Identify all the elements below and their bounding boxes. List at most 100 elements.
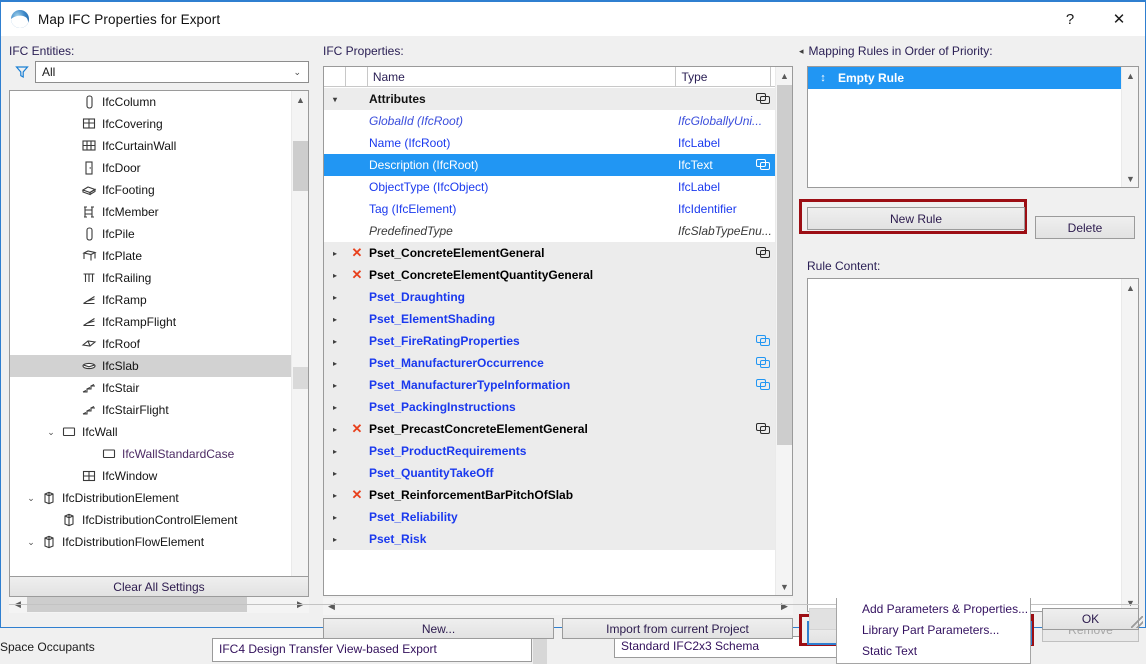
help-icon[interactable]: ? — [1047, 2, 1093, 36]
collapse-left-icon[interactable]: ◂ — [799, 46, 804, 57]
link-icon[interactable] — [756, 92, 770, 106]
property-row[interactable]: Description (IfcRoot) IfcText — [324, 154, 777, 176]
scroll-up-icon[interactable]: ▲ — [776, 67, 792, 84]
property-row[interactable]: ▸ Pset_ElementShading — [324, 308, 777, 330]
entity-tree-item[interactable]: IfcStairFlight — [10, 399, 293, 421]
col-type[interactable]: Type — [676, 67, 772, 87]
expand-twisty-icon[interactable]: ▸ — [324, 469, 346, 478]
expand-twisty-icon[interactable]: ▸ — [324, 315, 346, 324]
mapping-rules-list[interactable]: ↕ Empty Rule ▲ ▼ — [807, 66, 1139, 188]
rule-content-list[interactable]: ▲ ▼ — [807, 278, 1139, 612]
entity-tree-item[interactable]: IfcPile — [10, 223, 293, 245]
scroll-up-icon[interactable]: ▲ — [1122, 67, 1138, 84]
rule-list-item[interactable]: ↕ Empty Rule — [808, 67, 1123, 89]
property-row[interactable]: ▸ Pset_FireRatingProperties — [324, 330, 777, 352]
expand-twisty-icon[interactable]: ▸ — [324, 249, 346, 258]
resize-grip-icon[interactable] — [1131, 616, 1143, 628]
property-row[interactable]: ▸ Pset_Risk — [324, 528, 777, 550]
rules-vscrollbar[interactable]: ▲ ▼ — [1121, 67, 1138, 187]
property-row[interactable]: ▸ ✕ Pset_PrecastConcreteElementGeneral — [324, 418, 777, 440]
expand-twisty-icon[interactable]: ▸ — [324, 293, 346, 302]
property-row[interactable]: ▸ Pset_Reliability — [324, 506, 777, 528]
property-row[interactable]: GlobalId (IfcRoot) IfcGloballyUni... — [324, 110, 777, 132]
chevron-down-icon[interactable]: ⌄ — [44, 427, 58, 438]
property-row[interactable]: ▸ Pset_PackingInstructions — [324, 396, 777, 418]
expand-twisty-icon[interactable]: ▸ — [324, 337, 346, 346]
entity-tree-item[interactable]: IfcRailing — [10, 267, 293, 289]
entity-tree-item[interactable]: ⌄ IfcWall — [10, 421, 293, 443]
bg-field-scrollbar[interactable] — [533, 638, 547, 664]
close-icon[interactable]: ✕ — [1093, 2, 1145, 36]
entity-tree-item[interactable]: IfcWindow — [10, 465, 293, 487]
property-row[interactable]: ▸ Pset_ProductRequirements — [324, 440, 777, 462]
scroll-thumb[interactable] — [777, 85, 792, 445]
entity-tree-item[interactable]: IfcRoof — [10, 333, 293, 355]
property-row[interactable]: ▸ Pset_Draughting — [324, 286, 777, 308]
link-icon[interactable] — [756, 158, 770, 172]
scroll-down-icon[interactable]: ▼ — [776, 578, 792, 595]
entity-tree-item[interactable]: IfcMember — [10, 201, 293, 223]
link-icon[interactable] — [756, 246, 770, 260]
expand-twisty-icon[interactable]: ▸ — [324, 381, 346, 390]
entity-tree-item[interactable]: IfcRampFlight — [10, 311, 293, 333]
scroll-thumb-secondary[interactable] — [293, 367, 308, 389]
expand-twisty-icon[interactable]: ▸ — [324, 359, 346, 368]
scroll-up-icon[interactable]: ▲ — [292, 91, 308, 108]
col-name[interactable]: Name — [368, 67, 677, 87]
ifc-entity-tree[interactable]: IfcColumn IfcCovering IfcCurtainWall IfcDoo… — [9, 90, 309, 596]
delete-rule-button[interactable]: Delete — [1035, 216, 1135, 239]
entity-tree-item[interactable]: IfcDoor — [10, 157, 293, 179]
link-icon[interactable] — [756, 378, 770, 392]
reorder-grip-icon[interactable]: ↕ — [808, 72, 838, 84]
entity-tree-vscrollbar[interactable]: ▲ ▼ — [291, 91, 308, 595]
entity-tree-item[interactable]: IfcSlab — [10, 355, 293, 377]
expand-twisty-icon[interactable]: ▾ — [324, 95, 346, 104]
entity-tree-item[interactable]: IfcDistributionControlElement — [10, 509, 293, 531]
link-icon[interactable] — [756, 356, 770, 370]
property-row[interactable]: ▾ Attributes — [324, 88, 777, 110]
expand-twisty-icon[interactable]: ▸ — [324, 513, 346, 522]
entity-tree-item[interactable]: IfcPlate — [10, 245, 293, 267]
expand-twisty-icon[interactable]: ▸ — [324, 491, 346, 500]
property-row[interactable]: Tag (IfcElement) IfcIdentifier — [324, 198, 777, 220]
dropdown-menu-item[interactable]: Static Text — [837, 640, 1030, 661]
bg-translator-field[interactable]: IFC4 Design Transfer View-based Export — [212, 638, 532, 662]
scroll-thumb[interactable] — [293, 141, 308, 191]
entity-tree-item[interactable]: IfcRamp — [10, 289, 293, 311]
link-icon[interactable] — [756, 334, 770, 348]
chevron-down-icon[interactable]: ⌄ — [24, 537, 38, 548]
expand-twisty-icon[interactable]: ▸ — [324, 447, 346, 456]
entity-tree-item[interactable]: ⌄ IfcDistributionElement — [10, 487, 293, 509]
dropdown-menu-item[interactable]: Library Part Parameters... — [837, 619, 1030, 640]
chevron-down-icon[interactable]: ⌄ — [24, 493, 38, 504]
property-row[interactable]: ▸ ✕ Pset_ConcreteElementGeneral — [324, 242, 777, 264]
entity-tree-item[interactable]: IfcColumn — [10, 91, 293, 113]
entity-filter-select[interactable]: All ⌄ — [35, 61, 309, 83]
entity-tree-item[interactable]: IfcCovering — [10, 113, 293, 135]
ifc-properties-list[interactable]: Name Type ▾ Attributes GlobalId (IfcRoot) I… — [323, 66, 793, 596]
property-row[interactable]: Name (IfcRoot) IfcLabel — [324, 132, 777, 154]
property-row[interactable]: ▸ Pset_QuantityTakeOff — [324, 462, 777, 484]
property-row[interactable]: ▸ ✕ Pset_ConcreteElementQuantityGeneral — [324, 264, 777, 286]
clear-all-settings-button[interactable]: Clear All Settings — [9, 576, 309, 597]
properties-vscrollbar[interactable]: ▲ ▼ — [775, 67, 792, 595]
add-content-dropdown-menu[interactable]: Add Parameters & Properties... Library Pa… — [836, 598, 1031, 664]
entity-tree-item[interactable]: IfcWallStandardCase — [10, 443, 293, 465]
rule-content-vscrollbar[interactable]: ▲ ▼ — [1121, 279, 1138, 611]
expand-twisty-icon[interactable]: ▸ — [324, 271, 346, 280]
property-row[interactable]: ObjectType (IfcObject) IfcLabel — [324, 176, 777, 198]
ok-button[interactable]: OK — [1042, 608, 1139, 630]
property-row[interactable]: PredefinedType IfcSlabTypeEnu... — [324, 220, 777, 242]
property-row[interactable]: ▸ Pset_ManufacturerTypeInformation — [324, 374, 777, 396]
expand-twisty-icon[interactable]: ▸ — [324, 403, 346, 412]
expand-twisty-icon[interactable]: ▸ — [324, 425, 346, 434]
entity-tree-item[interactable]: ⌄ IfcDistributionFlowElement — [10, 531, 293, 553]
entity-tree-item[interactable]: IfcFooting — [10, 179, 293, 201]
filter-funnel-icon[interactable] — [9, 61, 35, 83]
new-rule-button[interactable]: New Rule — [807, 207, 1025, 230]
scroll-down-icon[interactable]: ▼ — [1122, 170, 1138, 187]
entity-tree-item[interactable]: IfcCurtainWall — [10, 135, 293, 157]
entity-tree-item[interactable]: IfcStair — [10, 377, 293, 399]
dropdown-menu-item[interactable]: Add Parameters & Properties... — [837, 598, 1030, 619]
property-row[interactable]: ▸ ✕ Pset_ReinforcementBarPitchOfSlab — [324, 484, 777, 506]
